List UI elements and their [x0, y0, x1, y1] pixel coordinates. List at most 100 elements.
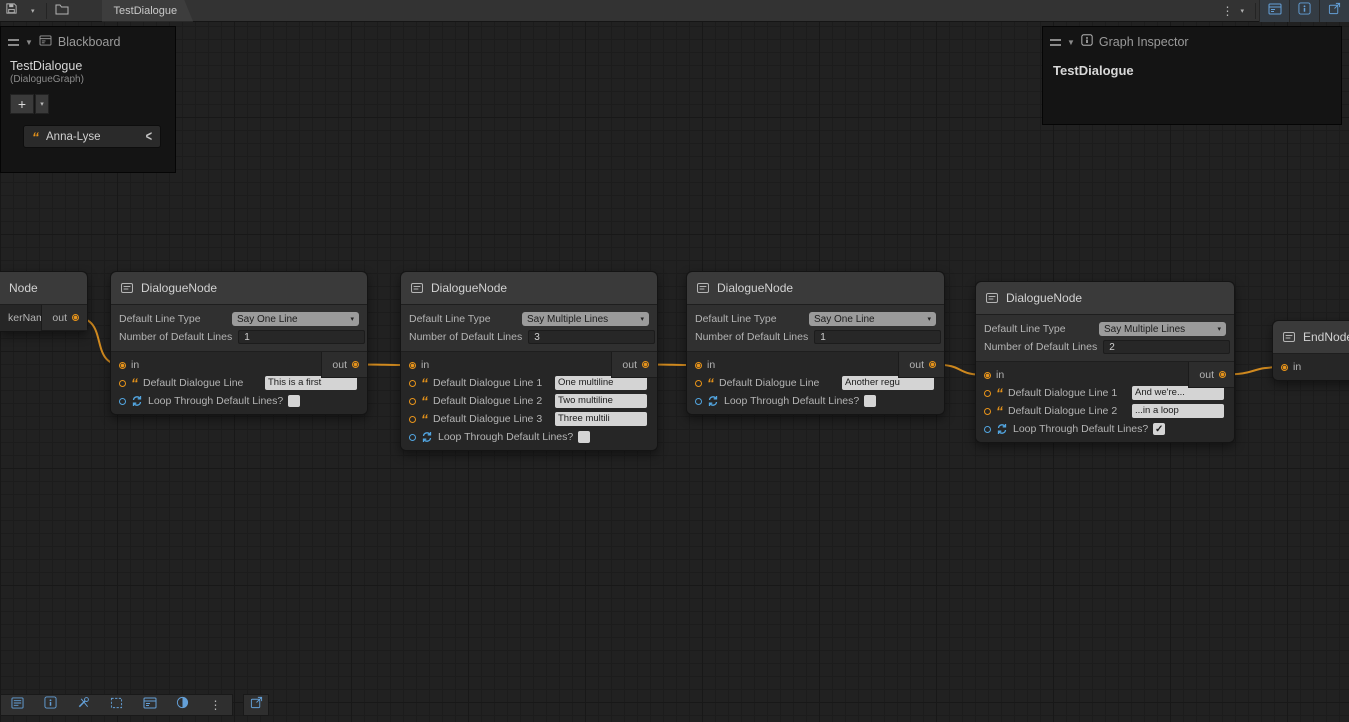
- port-label: Default Dialogue Line 1: [1008, 387, 1127, 399]
- port-loop[interactable]: [119, 398, 126, 405]
- collapse-arrow-icon[interactable]: ▼: [1067, 38, 1075, 47]
- tools-button[interactable]: [67, 695, 100, 715]
- port-loop[interactable]: [695, 398, 702, 405]
- port-in[interactable]: [984, 372, 991, 379]
- inspector-menu-icon[interactable]: [1050, 39, 1061, 46]
- port-label: Loop Through Default Lines?: [438, 431, 573, 443]
- quote-icon: “: [421, 379, 428, 387]
- port-out[interactable]: [72, 314, 79, 321]
- port-loop[interactable]: [984, 426, 991, 433]
- graph-node-n4[interactable]: DialogueNodeDefault Line TypeSay Multipl…: [975, 281, 1235, 443]
- port-loop[interactable]: [409, 434, 416, 441]
- port-text-field[interactable]: And we're...: [1132, 386, 1224, 400]
- property-dropdown[interactable]: Say One Line▾: [232, 312, 359, 326]
- graph-node-n3[interactable]: DialogueNode Default Line TypeSay One Lin…: [686, 271, 945, 415]
- quote-icon: “: [131, 379, 138, 387]
- node-title-bar[interactable]: DialogueNode: [401, 272, 657, 305]
- frame-button[interactable]: [100, 695, 133, 715]
- port-text-field[interactable]: Three multili: [555, 412, 647, 426]
- kebab-menu-icon: ⋮: [1217, 4, 1237, 18]
- preview-button[interactable]: [166, 695, 199, 715]
- port-in[interactable]: [695, 362, 702, 369]
- property-number-field[interactable]: 2: [1103, 340, 1230, 354]
- node-title-bar[interactable]: Node: [0, 272, 87, 305]
- node-property-row: Default Line Type Say One Line▾: [111, 310, 367, 328]
- port-text-field[interactable]: This is a first: [265, 376, 357, 390]
- popout-button[interactable]: [243, 694, 269, 716]
- port-in[interactable]: [119, 362, 126, 369]
- node-title-bar[interactable]: DialogueNode: [111, 272, 367, 305]
- property-number-field[interactable]: 1: [814, 330, 941, 344]
- blackboard-menu-icon[interactable]: [8, 39, 19, 46]
- property-dropdown[interactable]: Say Multiple Lines▾: [1099, 322, 1226, 336]
- add-property-button[interactable]: +: [10, 94, 34, 114]
- property-number-field[interactable]: 1: [238, 330, 365, 344]
- port-text-field[interactable]: ...in a loop: [1132, 404, 1224, 418]
- console-button[interactable]: [1, 695, 34, 715]
- inspector-button[interactable]: [34, 695, 67, 715]
- port-label: Default Dialogue Line 2: [1008, 405, 1127, 417]
- frame-icon: [110, 696, 123, 714]
- quote-icon: “: [996, 389, 1003, 397]
- input-port-row: “Default Dialogue Line 3Three multili: [401, 410, 657, 428]
- bottom-toolbar: ⋮: [0, 694, 269, 716]
- port-line[interactable]: [695, 380, 702, 387]
- property-dropdown[interactable]: Say One Line▾: [809, 312, 936, 326]
- inspector-toggle-button[interactable]: [1289, 0, 1319, 22]
- graph-inspector-panel: ▼ Graph Inspector TestDialogue: [1042, 26, 1342, 125]
- loop-checkbox[interactable]: [1153, 423, 1165, 435]
- blackboard-toggle-button[interactable]: [1259, 0, 1289, 22]
- input-port-row: Loop Through Default Lines?: [976, 420, 1234, 438]
- port-out[interactable]: [352, 361, 359, 368]
- port-out[interactable]: [929, 361, 936, 368]
- port-in[interactable]: [409, 362, 416, 369]
- collapse-arrow-icon[interactable]: ▼: [25, 38, 33, 47]
- loop-checkbox[interactable]: [578, 431, 590, 443]
- property-dropdown[interactable]: Say Multiple Lines▾: [522, 312, 649, 326]
- open-folder-button[interactable]: [50, 0, 74, 22]
- graph-node-end[interactable]: EndNode in: [1272, 320, 1349, 381]
- save-button[interactable]: [0, 0, 23, 22]
- port-line1[interactable]: [984, 390, 991, 397]
- add-property-dropdown-button[interactable]: ▾: [35, 94, 49, 114]
- port-in[interactable]: [1281, 364, 1288, 371]
- graph-node-n2[interactable]: DialogueNode Default Line TypeSay Multipl…: [400, 271, 658, 451]
- graph-node-n1[interactable]: DialogueNode Default Line Type Say One Lin…: [110, 271, 368, 415]
- quote-icon: “: [421, 415, 428, 423]
- port-text-field[interactable]: Two multiline: [555, 394, 647, 408]
- loop-checkbox[interactable]: [288, 395, 300, 407]
- node-title-bar[interactable]: EndNode: [1273, 321, 1349, 354]
- input-port-row: Loop Through Default Lines?: [401, 428, 657, 446]
- collapse-chevron-icon[interactable]: <: [146, 128, 152, 144]
- end-node-icon: [1282, 330, 1296, 344]
- port-label: in: [131, 359, 139, 371]
- property-label: Default Line Type: [119, 313, 226, 325]
- port-line2[interactable]: [984, 408, 991, 415]
- port-text-field[interactable]: Another regu: [842, 376, 934, 390]
- folder-icon: [55, 2, 69, 20]
- more-button[interactable]: ⋮: [199, 695, 232, 715]
- port-out[interactable]: [1219, 371, 1226, 378]
- blackboard-field-row[interactable]: “ Anna-Lyse <: [23, 125, 161, 148]
- node-property-row: Default Line TypeSay One Line▾: [687, 310, 944, 328]
- node-title-bar[interactable]: DialogueNode: [976, 282, 1234, 315]
- toolbar-menu-button[interactable]: ⋮ ▾: [1212, 0, 1252, 22]
- port-line2[interactable]: [409, 398, 416, 405]
- graph-tab[interactable]: TestDialogue: [102, 0, 194, 22]
- input-port-row: in: [1273, 358, 1349, 376]
- loop-checkbox[interactable]: [864, 395, 876, 407]
- port-line[interactable]: [119, 380, 126, 387]
- node-title-bar[interactable]: DialogueNode: [687, 272, 944, 305]
- graph-node-speaker[interactable]: NodekerNameout: [0, 271, 88, 332]
- port-line3[interactable]: [409, 416, 416, 423]
- port-out[interactable]: [642, 361, 649, 368]
- port-label: in: [996, 369, 1004, 381]
- property-number-field[interactable]: 3: [528, 330, 655, 344]
- port-line1[interactable]: [409, 380, 416, 387]
- port-text-field[interactable]: One multiline: [555, 376, 647, 390]
- save-dropdown-button[interactable]: ▾: [23, 0, 43, 22]
- node-property-row: Default Line TypeSay Multiple Lines▾: [401, 310, 657, 328]
- popout-toggle-button[interactable]: [1319, 0, 1349, 22]
- blackboard-button[interactable]: [133, 695, 166, 715]
- blackboard-field-name: Anna-Lyse: [46, 131, 101, 143]
